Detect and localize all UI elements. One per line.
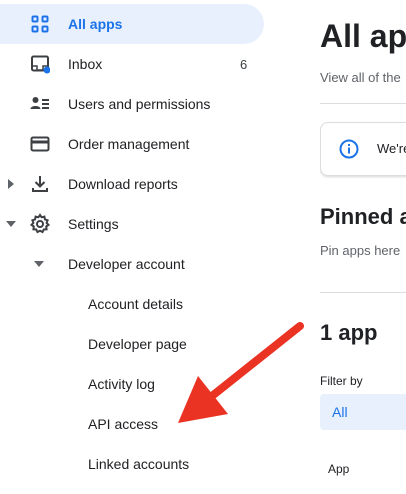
info-banner-text: We're [377,141,406,156]
download-icon [28,172,52,196]
filter-label: Filter by [320,374,363,388]
chevron-right-icon[interactable] [6,179,16,189]
app-count-title: 1 app [320,320,378,345]
sidebar-item-users-and-permissions[interactable]: Users and permissions [0,84,264,124]
apps-grid-icon [28,12,52,36]
gear-icon [28,212,52,236]
sidebar-item-label: Users and permissions [68,96,211,112]
divider [320,103,406,104]
sidebar-item-label: Activity log [88,376,155,392]
info-icon [339,139,359,159]
inbox-count-badge: 6 [240,56,248,72]
chevron-down-icon[interactable] [6,219,16,229]
filter-dropdown[interactable]: All [320,394,406,430]
sidebar: All apps Inbox 6 Users and permissions O… [0,0,290,494]
filter-value: All [332,404,348,420]
main-content: All app View all of the We're Pinned a P… [320,0,406,494]
sidebar-item-label: Inbox [68,56,103,72]
sidebar-item-label: Linked accounts [88,456,190,472]
sidebar-item-label: API access [88,416,159,432]
sidebar-item-label: Developer account [68,256,185,272]
sidebar-item-developer-account[interactable]: Developer account [0,244,264,284]
sidebar-item-all-apps[interactable]: All apps [0,4,264,44]
table-column-header-app[interactable]: App [328,462,349,476]
sidebar-item-settings[interactable]: Settings [0,204,264,244]
sidebar-item-download-reports[interactable]: Download reports [0,164,264,204]
page-title: All app [320,18,406,54]
sidebar-item-label: All apps [68,16,123,32]
users-icon [28,92,52,116]
divider [320,292,406,293]
sidebar-item-inbox[interactable]: Inbox 6 [0,44,264,84]
sidebar-item-label: Developer page [88,336,187,352]
chevron-down-icon[interactable] [34,259,44,269]
inbox-icon [28,52,52,76]
info-banner: We're [320,122,406,176]
sidebar-item-label: Order management [68,136,190,152]
sidebar-item-label: Download reports [68,176,178,192]
sidebar-item-order-management[interactable]: Order management [0,124,264,164]
sidebar-item-label: Account details [88,296,183,312]
sidebar-item-label: Settings [68,216,119,232]
pinned-section-title: Pinned a [320,204,406,229]
sidebar-item-api-access[interactable]: API access [0,404,264,444]
sidebar-item-developer-page[interactable]: Developer page [0,324,264,364]
page-subtitle: View all of the [320,70,401,85]
credit-card-icon [28,132,52,156]
sidebar-item-activity-log[interactable]: Activity log [0,364,264,404]
pinned-section-subtitle: Pin apps here [320,243,401,258]
sidebar-item-account-details[interactable]: Account details [0,284,264,324]
sidebar-item-linked-accounts[interactable]: Linked accounts [0,444,264,484]
